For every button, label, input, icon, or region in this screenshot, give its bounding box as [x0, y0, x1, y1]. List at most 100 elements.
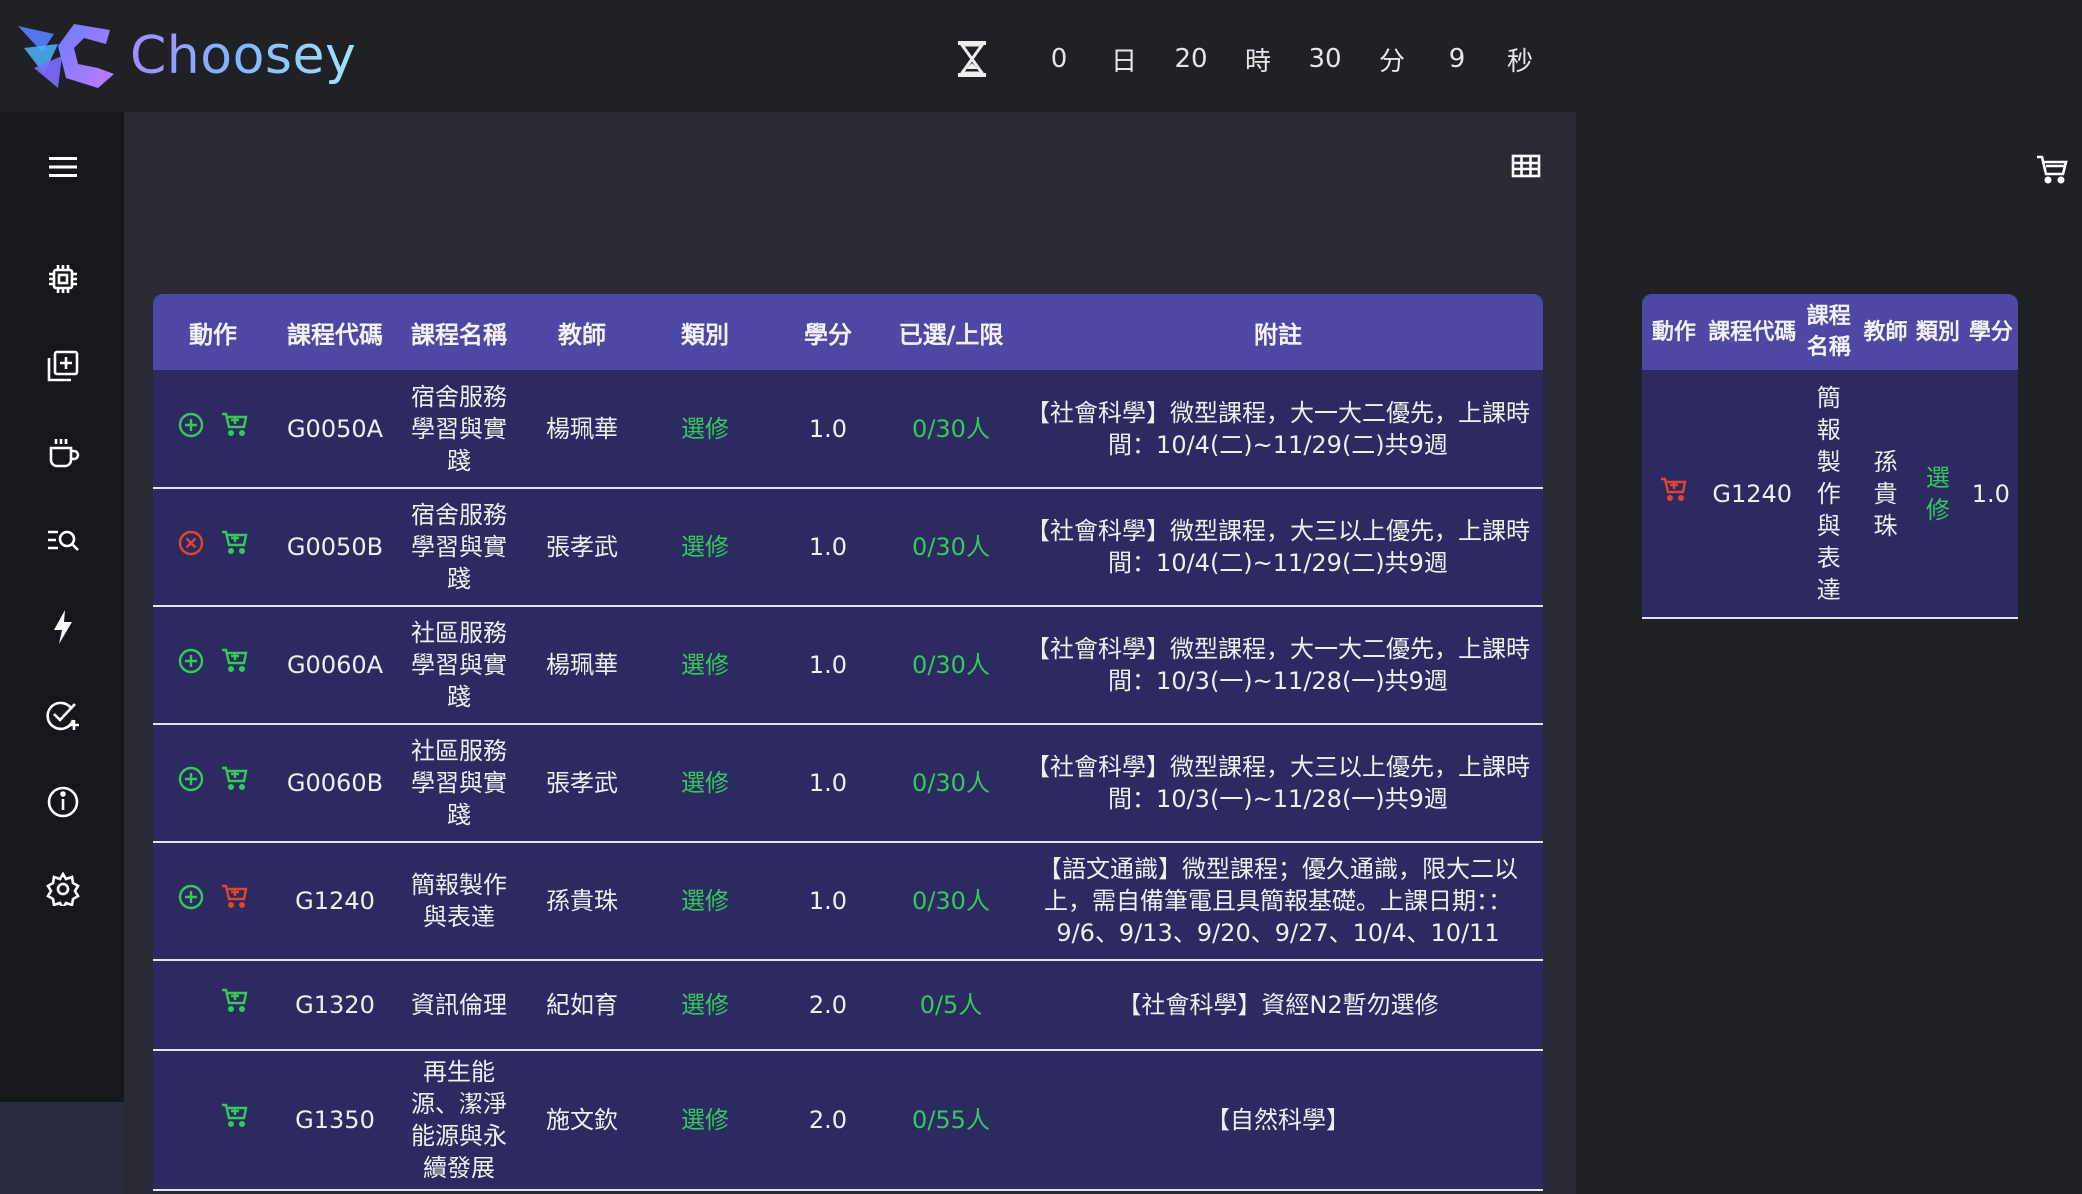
- col-name: 課程名稱: [397, 294, 521, 370]
- credit-cell: 1.0: [767, 606, 889, 725]
- timer-days: 0: [1050, 44, 1068, 74]
- teacher-cell: 張孝武: [521, 488, 643, 607]
- app-name: Choosey: [130, 26, 357, 86]
- timer-hours: 20: [1174, 44, 1208, 74]
- note-cell: 【社會科學】微型課程，大一大二優先，上課時間：10/4(二)~11/29(二)共…: [1013, 370, 1543, 489]
- note-cell: 【社會科學】資經N2暫勿選修: [1013, 960, 1543, 1051]
- logo-icon: [18, 24, 114, 88]
- credit-cell: 1.0: [767, 370, 889, 489]
- table-row: G1350 再生能源、潔淨能源與永續發展 施文欽 選修 2.0 0/55人 【自然科學】: [153, 1050, 1543, 1191]
- info-icon[interactable]: [42, 781, 84, 823]
- add-course-icon[interactable]: [42, 345, 84, 387]
- cart-col-name: 課程名稱: [1798, 294, 1859, 370]
- timer-seconds: 9: [1448, 44, 1466, 74]
- enrolled-cell: 0/30人: [889, 606, 1013, 725]
- add-course-icon[interactable]: [176, 882, 206, 920]
- enrolled-cell: 0/30人: [889, 842, 1013, 961]
- course-name-cell: 資訊倫理: [397, 960, 521, 1051]
- enrolled-cell: 0/5人: [889, 960, 1013, 1051]
- teacher-cell: 張孝武: [521, 724, 643, 843]
- course-name-cell: 社區服務學習與實踐: [397, 606, 521, 725]
- add-to-cart-icon[interactable]: [220, 882, 250, 920]
- countdown-timer: 0 日 20 時 30 分 9 秒: [955, 32, 1533, 86]
- course-code-cell: G0060A: [273, 606, 397, 725]
- note-cell: 【語文通識】微型課程；優久通識，限大二以上，需自備筆電且具簡報基礎。上課日期：：…: [1013, 842, 1543, 961]
- app-logo[interactable]: Choosey: [14, 14, 356, 98]
- action-cell: [153, 1050, 273, 1191]
- teacher-cell: 楊珮華: [521, 370, 643, 489]
- action-cell: [153, 606, 273, 725]
- type-cell: 選修: [643, 724, 767, 843]
- type-cell: 選修: [643, 1050, 767, 1191]
- course-name-cell: 宿舍服務學習與實踐: [397, 370, 521, 489]
- note-cell: 【自然科學】: [1013, 1050, 1543, 1191]
- add-course-icon[interactable]: [176, 764, 206, 802]
- search-list-icon[interactable]: [42, 520, 84, 562]
- cart-credit-cell: 1.0: [1963, 370, 2018, 619]
- enrolled-cell: 0/30人: [889, 724, 1013, 843]
- sidebar: [0, 112, 124, 1102]
- settings-icon[interactable]: [42, 868, 84, 910]
- teacher-cell: 楊珮華: [521, 606, 643, 725]
- enrolled-cell: 0/55人: [889, 1050, 1013, 1191]
- remove-course-icon[interactable]: [176, 528, 206, 566]
- grid-view-icon[interactable]: [1511, 154, 1541, 182]
- cart-teacher-cell: 孫貴珠: [1858, 370, 1913, 619]
- flash-icon[interactable]: [42, 606, 84, 648]
- cart-row: G1240 簡報製作與表達 孫貴珠 選修 1.0: [1642, 370, 2018, 619]
- col-teacher: 教師: [521, 294, 643, 370]
- cart-icon[interactable]: [2036, 154, 2068, 188]
- cart-col-credit: 學分: [1963, 294, 2018, 370]
- add-to-cart-icon[interactable]: [220, 528, 250, 566]
- add-to-cart-icon[interactable]: [220, 986, 250, 1024]
- top-bar: Choosey 0 日 20 時 30 分 9 秒: [0, 0, 2082, 112]
- cart-col-teacher: 教師: [1858, 294, 1913, 370]
- table-row: G1320 資訊倫理 紀如育 選修 2.0 0/5人 【社會科學】資經N2暫勿選修: [153, 960, 1543, 1051]
- add-to-cart-icon[interactable]: [220, 1101, 250, 1139]
- col-enrolled: 已選/上限: [889, 294, 1013, 370]
- col-code: 課程代碼: [273, 294, 397, 370]
- type-cell: 選修: [643, 960, 767, 1051]
- add-course-icon[interactable]: [176, 410, 206, 448]
- timer-second-unit: 秒: [1507, 46, 1534, 77]
- teacher-cell: 施文欽: [521, 1050, 643, 1191]
- add-to-cart-icon[interactable]: [220, 764, 250, 802]
- cart-action-cell: [1642, 370, 1706, 619]
- course-code-cell: G1240: [273, 842, 397, 961]
- teacher-cell: 紀如育: [521, 960, 643, 1051]
- table-row: G1240 簡報製作與表達 孫貴珠 選修 1.0 0/30人 【語文通識】微型課程；優久通識…: [153, 842, 1543, 961]
- col-note: 附註: [1013, 294, 1543, 370]
- col-credit: 學分: [767, 294, 889, 370]
- table-row: G0050B 宿舍服務學習與實踐 張孝武 選修 1.0 0/30人 【社會科學】微型課程，大…: [153, 488, 1543, 607]
- type-cell: 選修: [643, 842, 767, 961]
- add-to-cart-icon[interactable]: [220, 646, 250, 684]
- table-row: G0060B 社區服務學習與實踐 張孝武 選修 1.0 0/30人 【社會科學】微型課程，大…: [153, 724, 1543, 843]
- course-table: 動作 課程代碼 課程名稱 教師 類別 學分 已選/上限 附註 G0050A 宿舍服…: [153, 294, 1543, 1191]
- menu-icon[interactable]: [42, 146, 84, 188]
- type-cell: 選修: [643, 606, 767, 725]
- action-cell: [153, 370, 273, 489]
- credit-cell: 1.0: [767, 842, 889, 961]
- action-cell: [153, 724, 273, 843]
- cart-type-cell: 選修: [1912, 370, 1964, 619]
- cart-col-code: 課程代碼: [1705, 294, 1799, 370]
- timer-hour-unit: 時: [1245, 46, 1272, 77]
- col-action: 動作: [153, 294, 273, 370]
- cart-col-action: 動作: [1642, 294, 1706, 370]
- course-code-cell: G1350: [273, 1050, 397, 1191]
- course-code-cell: G0060B: [273, 724, 397, 843]
- cart-table: 動作 課程代碼 課程名稱 教師 類別 學分 G1240 簡報製作與表達 孫貴珠 選修 1…: [1642, 294, 2018, 619]
- type-cell: 選修: [643, 488, 767, 607]
- check-add-icon[interactable]: [42, 694, 84, 736]
- remove-from-cart-icon[interactable]: [1659, 477, 1689, 511]
- chip-icon[interactable]: [42, 258, 84, 300]
- add-course-icon[interactable]: [176, 646, 206, 684]
- action-cell: [153, 960, 273, 1051]
- coffee-icon[interactable]: [42, 432, 84, 474]
- timer-minutes: 30: [1308, 44, 1342, 74]
- course-name-cell: 社區服務學習與實踐: [397, 724, 521, 843]
- add-to-cart-icon[interactable]: [220, 410, 250, 448]
- timer-minute-unit: 分: [1379, 46, 1406, 77]
- enrolled-cell: 0/30人: [889, 370, 1013, 489]
- course-code-cell: G0050B: [273, 488, 397, 607]
